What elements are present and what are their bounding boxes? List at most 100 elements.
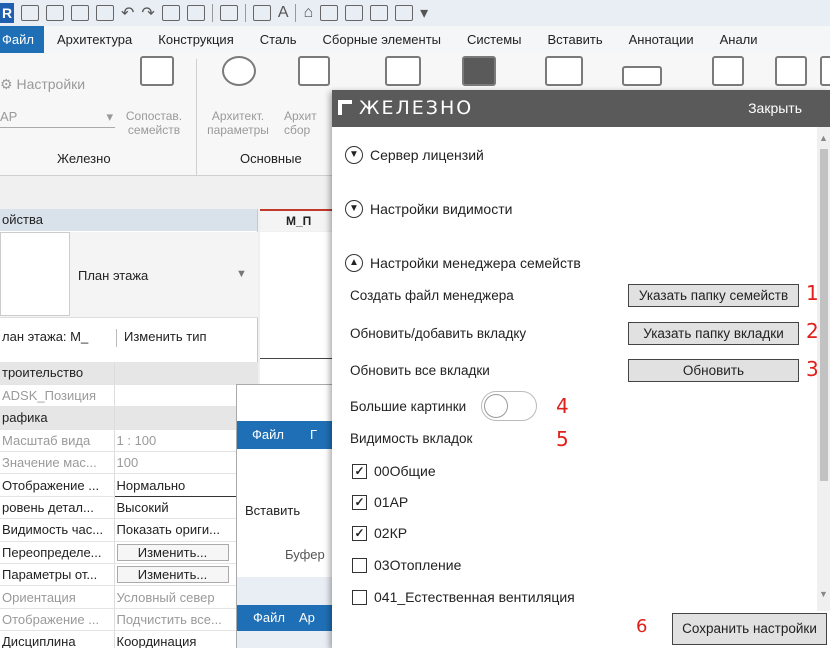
edit-property-button[interactable]: Изменить... — [116, 543, 229, 561]
revit-logo[interactable]: R — [0, 3, 14, 23]
customize-toolbar-icon[interactable]: ▾ — [420, 3, 428, 23]
child-window: Файл Г Вставить Буфер Файл Ар — [236, 384, 333, 648]
type-name: План этажа — [78, 268, 149, 283]
undo-icon[interactable]: ↶ — [121, 3, 134, 23]
sheet-icon[interactable] — [186, 5, 205, 21]
type-selector[interactable]: План этажа ▼ — [0, 232, 258, 318]
open-icon[interactable] — [21, 5, 39, 21]
close-hidden-icon[interactable] — [370, 5, 389, 21]
paste-button[interactable]: Вставить — [245, 503, 300, 518]
annotation-6: 6 — [636, 616, 648, 637]
print-icon[interactable] — [161, 5, 180, 21]
load-family-icon[interactable] — [385, 56, 421, 86]
settings-button[interactable]: ⚙ Настройки — [0, 77, 85, 91]
list-icon[interactable] — [545, 56, 583, 86]
tab-architecture[interactable]: Архитектура — [44, 26, 145, 53]
tab-precast[interactable]: Сборные элементы — [310, 26, 454, 53]
scroll-down-icon[interactable]: ▼ — [817, 589, 830, 599]
scroll-up-icon[interactable]: ▲ — [817, 133, 830, 143]
child2-tab-ar[interactable]: Ар — [299, 610, 315, 625]
measure-icon[interactable] — [219, 5, 238, 21]
tab-checkbox-00[interactable]: ✓ 00Общие — [352, 463, 436, 479]
tab-file[interactable]: Файл — [0, 26, 44, 53]
section-family-manager[interactable]: ▲ Настройки менеджера семейств — [345, 254, 581, 272]
close-button[interactable]: Закрыть — [748, 100, 802, 116]
checkbox[interactable] — [352, 589, 367, 605]
tab-checkbox-label: 01АР — [374, 494, 409, 510]
ribbon-tabs: Файл Архитектура Конструкция Сталь Сборн… — [0, 26, 830, 53]
battery-icon[interactable] — [622, 66, 662, 86]
property-name: ADSK_Позиция — [0, 384, 115, 408]
check-icon: ✓ — [354, 495, 365, 509]
group-zhelezno-label: Железно — [57, 151, 111, 166]
arch-assembly-button[interactable]: Архит сбор — [284, 109, 334, 137]
child-toolbar — [237, 385, 332, 421]
switch-windows-icon[interactable] — [395, 5, 414, 21]
sync-icon[interactable] — [96, 5, 114, 21]
property-row: ровень детал... Высокий — [0, 496, 258, 520]
discipline-dropdown-value: АР — [0, 109, 18, 124]
tab-checkbox-041[interactable]: 041_Естественная вентиляция — [352, 589, 575, 605]
tab-checkbox-03[interactable]: 03Отопление — [352, 557, 461, 573]
window-icon-2[interactable] — [775, 56, 807, 86]
tabs-visibility-label: Видимость вкладок — [350, 431, 473, 446]
tab-systems[interactable]: Системы — [454, 26, 534, 53]
checkbox[interactable]: ✓ — [352, 463, 367, 479]
arch-params-button[interactable]: Архитект. параметры — [202, 109, 274, 137]
checkbox[interactable]: ✓ — [352, 525, 367, 541]
match-families-button[interactable]: Сопостав. семейств — [118, 109, 190, 137]
arch-assembly-label-2: сбор — [284, 123, 311, 137]
properties-header: ойства — [0, 209, 257, 231]
window-icon[interactable] — [712, 56, 744, 86]
drawing-line — [260, 358, 332, 359]
tab-structure[interactable]: Конструкция — [145, 26, 246, 53]
properties-palette: ойства План этажа ▼ лан этажа: М_ Измени… — [0, 209, 258, 648]
edit-property-button[interactable]: Изменить... — [116, 566, 229, 584]
checkbox[interactable]: ✓ — [352, 494, 367, 510]
child-tab-2[interactable]: Г — [310, 427, 317, 442]
chevron-up-icon: ▲ — [345, 254, 363, 272]
arch-assembly-label-1: Архит — [284, 109, 317, 123]
property-name: Масштаб вида — [0, 429, 115, 453]
window-icon-3[interactable] — [820, 56, 830, 86]
property-name: Параметры от... — [0, 563, 115, 587]
folder-icon[interactable] — [46, 5, 64, 21]
save-settings-button[interactable]: Сохранить настройки — [672, 613, 827, 645]
home-icon[interactable]: ⌂ — [303, 4, 313, 22]
save-icon[interactable] — [71, 5, 89, 21]
section-icon[interactable] — [320, 5, 339, 21]
child-tabs-2: Файл Ар — [237, 605, 333, 631]
instance-filter-dropdown[interactable]: лан этажа: М_ — [0, 329, 117, 347]
section-visibility-label: Настройки видимости — [370, 201, 513, 217]
child2-tab-file[interactable]: Файл — [253, 610, 285, 625]
arch-params-icon — [222, 56, 256, 86]
scroll-thumb[interactable] — [820, 149, 828, 481]
stack-icon[interactable] — [462, 56, 496, 86]
child-tab-file[interactable]: Файл — [252, 427, 284, 442]
tab-annotate[interactable]: Аннотации — [616, 26, 707, 53]
update-all-label: Обновить все вкладки — [350, 363, 490, 378]
section-license-server[interactable]: ▼ Сервер лицензий — [345, 146, 484, 164]
redo-icon[interactable]: ↷ — [141, 3, 154, 23]
tab-checkbox-02[interactable]: ✓ 02КР — [352, 525, 407, 541]
families-folder-button[interactable]: Указать папку семейств — [628, 284, 799, 307]
discipline-dropdown[interactable]: АР ▾ — [0, 110, 115, 128]
property-row: Значение мас... 100 — [0, 451, 258, 475]
thin-lines-icon[interactable] — [345, 5, 364, 21]
view-tab[interactable]: М_П — [260, 209, 332, 231]
tab-checkbox-01[interactable]: ✓ 01АР — [352, 494, 408, 510]
tab-folder-button[interactable]: Указать папку вкладки — [628, 322, 799, 345]
dialog-scrollbar[interactable]: ▲ ▼ — [817, 127, 830, 611]
edit-type-button[interactable]: Изменить тип — [124, 329, 207, 344]
tab-insert[interactable]: Вставить — [535, 26, 616, 53]
property-name: Ориентация — [0, 585, 115, 609]
big-pictures-toggle[interactable] — [481, 391, 537, 421]
dimension-icon[interactable] — [252, 5, 271, 21]
tab-steel[interactable]: Сталь — [247, 26, 310, 53]
update-tab-label: Обновить/добавить вкладку — [350, 326, 527, 341]
section-visibility[interactable]: ▼ Настройки видимости — [345, 200, 512, 218]
update-button[interactable]: Обновить — [628, 359, 799, 382]
tag-icon[interactable]: A — [278, 4, 289, 22]
checkbox[interactable] — [352, 557, 367, 573]
tab-analyze[interactable]: Анали — [707, 26, 771, 53]
